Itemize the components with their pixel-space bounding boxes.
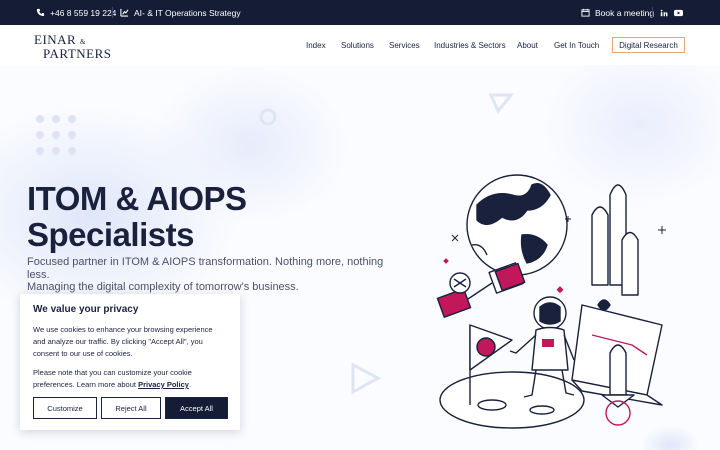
globe-icon bbox=[466, 174, 568, 276]
cookie-preferences-text: Please note that you can customize your … bbox=[33, 367, 227, 391]
nav-services[interactable]: Services bbox=[389, 41, 420, 50]
hero-title: ITOM & AIOPS Specialists bbox=[27, 181, 247, 253]
customize-button[interactable]: Customize bbox=[33, 397, 97, 419]
tagline-text: AI- & IT Operations Strategy bbox=[134, 7, 241, 18]
logo-ampersand: & bbox=[79, 38, 86, 46]
nav-get-in-touch[interactable]: Get In Touch bbox=[554, 41, 599, 50]
rocket-icon bbox=[591, 184, 639, 311]
book-meeting-label: Book a meeting bbox=[595, 7, 655, 18]
divider bbox=[652, 7, 653, 18]
hero-subtitle-line1: Focused partner in ITOM & AIOPS transfor… bbox=[27, 256, 384, 281]
top-bar: +46 8 559 19 224 AI- & IT Operations Str… bbox=[0, 0, 720, 25]
logo[interactable]: EINAR & PARTNERS bbox=[34, 32, 112, 61]
hero-subtitle-line2: Managing the digital complexity of tomor… bbox=[27, 281, 299, 293]
nav-industries[interactable]: Industries & Sectors bbox=[434, 41, 506, 50]
chart-icon bbox=[120, 8, 129, 17]
tagline: AI- & IT Operations Strategy bbox=[120, 0, 241, 25]
logo-partners: PARTNERS bbox=[43, 46, 112, 61]
decorative-ring bbox=[259, 108, 277, 126]
hero-title-line2: Specialists bbox=[27, 216, 194, 253]
cookie-buttons: Customize Reject All Accept All bbox=[33, 397, 228, 419]
youtube-link[interactable] bbox=[674, 0, 683, 25]
privacy-policy-link[interactable]: Privacy Policy bbox=[138, 380, 189, 389]
nav-about[interactable]: About bbox=[517, 41, 538, 50]
astronaut-space-illustration bbox=[436, 174, 666, 429]
decorative-dots bbox=[36, 115, 76, 155]
cookie-consent-banner: We value your privacy We use cookies to … bbox=[20, 294, 240, 430]
linkedin-icon bbox=[660, 9, 668, 16]
book-meeting-link[interactable]: Book a meeting bbox=[581, 0, 654, 25]
hero-title-line1: ITOM & AIOPS bbox=[27, 180, 247, 217]
reject-all-button[interactable]: Reject All bbox=[101, 397, 161, 419]
logo-einar: EINAR bbox=[34, 32, 77, 47]
cookie-title: We value your privacy bbox=[33, 304, 139, 315]
phone-icon bbox=[36, 8, 45, 17]
nav-solutions[interactable]: Solutions bbox=[341, 41, 374, 50]
cookie-preferences-suffix: . bbox=[188, 380, 192, 389]
hero-subtitle: Focused partner in ITOM & AIOPS transfor… bbox=[27, 256, 407, 294]
site-header: EINAR & PARTNERS Index Solutions Service… bbox=[0, 25, 720, 65]
youtube-icon bbox=[674, 9, 683, 16]
linkedin-link[interactable] bbox=[660, 0, 668, 25]
decorative-triangle bbox=[488, 93, 514, 114]
decorative-triangle bbox=[351, 362, 382, 395]
accept-all-button[interactable]: Accept All bbox=[165, 397, 228, 419]
nav-index[interactable]: Index bbox=[306, 41, 326, 50]
cookie-text: We use cookies to enhance your browsing … bbox=[33, 325, 213, 358]
calendar-icon bbox=[581, 8, 590, 17]
divider bbox=[112, 7, 113, 18]
satellite-icon bbox=[436, 262, 526, 318]
phone-link[interactable]: +46 8 559 19 224 bbox=[36, 0, 116, 25]
phone-number: +46 8 559 19 224 bbox=[50, 7, 117, 18]
digital-research-button[interactable]: Digital Research bbox=[612, 37, 685, 53]
